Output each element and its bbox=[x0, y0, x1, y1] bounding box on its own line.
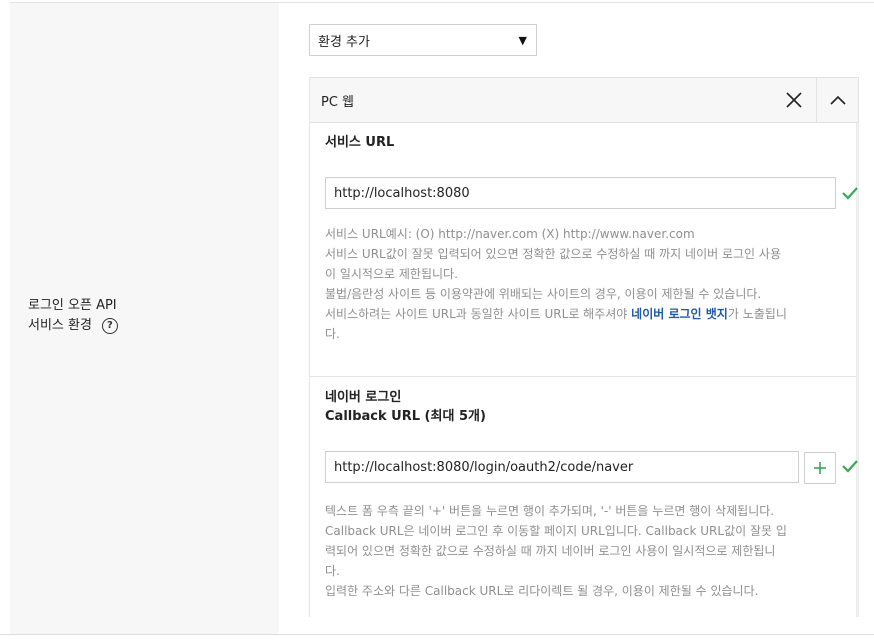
callback-help-line: 텍스트 폼 우측 끝의 '+' 버튼을 누르면 행이 추가되며, '-' 버튼을… bbox=[325, 504, 775, 518]
panel-header: PC 웹 bbox=[310, 77, 859, 123]
environment-panel-pc-web: PC 웹 서비스 URL 서비스 URL예시: (O) http://naver… bbox=[309, 77, 859, 617]
plus-icon bbox=[814, 462, 826, 474]
naver-login-badge-link[interactable]: 네이버 로그인 뱃지 bbox=[631, 307, 728, 321]
callback-url-help: 텍스트 폼 우측 끝의 '+' 버튼을 누르면 행이 추가되며, '-' 버튼을… bbox=[325, 501, 835, 601]
service-url-help-line: 불법/음란성 사이트 등 이용약관에 위배되는 사이트의 경우, 이용이 제한될… bbox=[325, 287, 762, 301]
bottom-divider bbox=[0, 634, 874, 635]
service-url-help: 서비스 URL예시: (O) http://naver.com (X) http… bbox=[325, 224, 835, 344]
check-icon bbox=[842, 187, 858, 200]
service-url-title: 서비스 URL bbox=[325, 135, 395, 150]
app-settings-page: 로그인 오픈 API 서비스 환경 ? 환경 추가 ▼ PC 웹 서비스 URL… bbox=[0, 0, 874, 641]
check-icon bbox=[842, 460, 858, 473]
callback-url-title: 네이버 로그인 Callback URL (최대 5개) bbox=[325, 388, 486, 426]
callback-help-line: 다. bbox=[325, 564, 340, 578]
row-label-line1: 로그인 오픈 API bbox=[28, 298, 117, 313]
callback-help-line: 력되어 있으면 정확한 값으로 수정하실 때 까지 네이버 로그인 사용이 일시… bbox=[325, 544, 776, 558]
callback-help-line: 입력한 주소와 다른 Callback URL로 리다이렉트 될 경우, 이용이… bbox=[325, 584, 759, 598]
environment-select[interactable]: 환경 추가 ▼ bbox=[309, 24, 537, 56]
service-url-help-line: 다. bbox=[325, 327, 340, 341]
help-icon[interactable]: ? bbox=[101, 318, 118, 334]
close-icon bbox=[786, 92, 802, 108]
service-url-help-line: 이 일시적으로 제한됩니다. bbox=[325, 267, 458, 281]
callback-help-line: Callback URL은 네이버 로그인 후 이동할 페이지 URL입니다. … bbox=[325, 524, 787, 538]
environment-select-value: 환경 추가 bbox=[318, 34, 370, 50]
add-callback-url-button[interactable] bbox=[804, 452, 836, 484]
service-url-help-text: 서비스하려는 사이트 URL과 동일한 사이트 URL로 해주셔야 bbox=[325, 307, 632, 321]
callback-url-title-line1: 네이버 로그인 bbox=[325, 390, 402, 405]
panel-title: PC 웹 bbox=[321, 95, 355, 110]
callback-url-title-line2: Callback URL (최대 5개) bbox=[325, 409, 486, 424]
chevron-up-icon bbox=[829, 95, 846, 105]
chevron-down-icon: ▼ bbox=[518, 33, 527, 47]
service-url-help-line: 서비스하려는 사이트 URL과 동일한 사이트 URL로 해주셔야 네이버 로그… bbox=[325, 304, 835, 324]
service-url-help-line: 서비스 URL예시: (O) http://naver.com (X) http… bbox=[325, 227, 695, 241]
remove-environment-button[interactable] bbox=[773, 78, 815, 122]
section-divider bbox=[310, 376, 856, 377]
service-url-input[interactable] bbox=[325, 177, 836, 209]
collapse-panel-button[interactable] bbox=[816, 78, 858, 122]
callback-url-input[interactable] bbox=[325, 451, 799, 483]
row-label-line2-wrap: 서비스 환경 ? bbox=[28, 316, 118, 336]
row-label-line2: 서비스 환경 bbox=[28, 318, 92, 333]
service-url-help-line: 서비스 URL값이 잘못 입력되어 있으면 정확한 값으로 수정하실 때 까지 … bbox=[325, 247, 781, 261]
row-label: 로그인 오픈 API 서비스 환경 ? bbox=[28, 296, 118, 336]
service-url-help-tail: 가 노출됩니 bbox=[727, 307, 787, 321]
